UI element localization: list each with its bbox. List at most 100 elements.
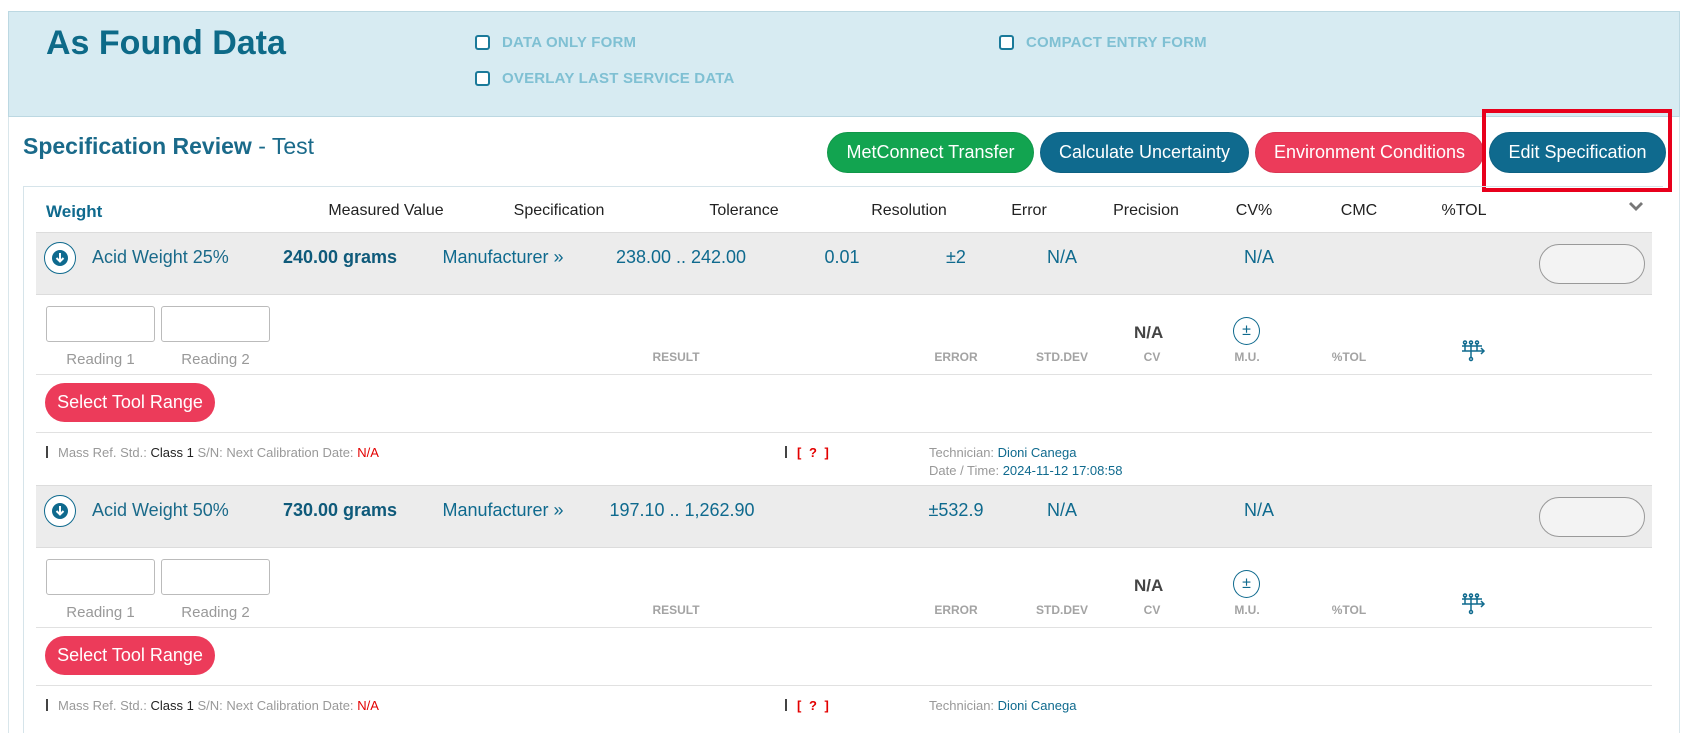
col-precision: Precision (1113, 202, 1179, 219)
next-cal-value: N/A (357, 698, 379, 713)
datetime-value: 2024-11-12 17:08:58 (1002, 463, 1123, 478)
sn-label: S/N: Next Calibration Date: (197, 445, 354, 460)
next-cal-value: N/A (357, 445, 379, 460)
plus-minus-icon[interactable]: ± (1233, 570, 1260, 598)
checkbox-box[interactable] (475, 35, 490, 50)
reading-1-input[interactable] (46, 559, 155, 595)
arrow-down-circle-icon[interactable] (44, 242, 76, 274)
error-label: ERROR (934, 350, 978, 364)
tolerance-value: 238.00 .. 242.00 (615, 247, 747, 267)
data-only-form-label: DATA ONLY FORM (502, 34, 637, 51)
header-band: As Found Data DATA ONLY FORM OVERLAY LAS… (8, 11, 1680, 117)
data-only-form-checkbox[interactable]: DATA ONLY FORM (475, 34, 636, 51)
col-error: Error (1011, 202, 1047, 219)
technician-value: Dioni Canega (997, 445, 1077, 460)
status-info: [ ? ] (785, 445, 831, 460)
overlay-last-service-checkbox[interactable]: OVERLAY LAST SERVICE DATA (475, 70, 735, 87)
separator-bar (785, 446, 787, 458)
plus-minus-icon[interactable]: ± (1233, 317, 1260, 345)
stddev-label: STD.DEV (1035, 350, 1088, 364)
tol-label: %TOL (1331, 603, 1367, 617)
cv-value: N/A (1134, 576, 1164, 595)
status-value: [ ? ] (797, 698, 831, 713)
compact-entry-form-label: COMPACT ENTRY FORM (1026, 34, 1207, 51)
arrow-down-circle-icon[interactable] (44, 495, 76, 527)
error-value: ±2 (946, 247, 966, 267)
measured-value: 730.00 grams (282, 500, 398, 520)
result-label: RESULT (652, 350, 700, 364)
mass-ref-value: Class 1 (150, 698, 194, 713)
table-row: Acid Weight 25% 240.00 grams Manufacture… (36, 232, 1652, 295)
checkbox-box[interactable] (475, 71, 490, 86)
col-resolution: Resolution (871, 202, 947, 219)
weights-table: Weight Measured Value Specification Tole… (23, 186, 1663, 733)
result-pill[interactable] (1539, 497, 1645, 537)
col-specification: Specification (513, 202, 605, 219)
compact-entry-form-checkbox[interactable]: COMPACT ENTRY FORM (999, 34, 1207, 51)
spec-title-rest: - Test (251, 133, 315, 159)
technician-label: Technician: (929, 698, 995, 713)
cv-value: N/A (1134, 323, 1164, 342)
technician-info: Technician: Dioni Canega (929, 698, 1076, 713)
tool-range-row: Select Tool Range (36, 628, 1652, 686)
mass-ref-info: Mass Ref. Std.: Class 1 S/N: Next Calibr… (46, 698, 379, 713)
precision-value: N/A (1046, 500, 1077, 520)
datetime-info: Date / Time: 2024-11-12 17:08:58 (929, 463, 1122, 478)
separator-bar (785, 699, 787, 711)
mu-label: M.U. (1234, 603, 1260, 617)
cmc-value: N/A (1243, 247, 1274, 267)
metconnect-transfer-button[interactable]: MetConnect Transfer (827, 132, 1034, 173)
mass-ref-value: Class 1 (150, 445, 194, 460)
mass-ref-info: Mass Ref. Std.: Class 1 S/N: Next Calibr… (46, 445, 379, 460)
page-title: As Found Data (46, 24, 286, 62)
technician-info: Technician: Dioni Canega (929, 445, 1076, 460)
flow-tree-icon[interactable] (1460, 593, 1488, 615)
status-value: [ ? ] (797, 445, 831, 460)
reading-1-input[interactable] (46, 306, 155, 342)
technician-value: Dioni Canega (997, 698, 1077, 713)
checkbox-box[interactable] (999, 35, 1014, 50)
reading-2-label: Reading 2 (181, 604, 250, 621)
tolerance-value: 197.10 .. 1,262.90 (609, 500, 755, 520)
select-tool-range-button[interactable]: Select Tool Range (45, 636, 215, 675)
measured-value: 240.00 grams (282, 247, 398, 267)
select-tool-range-button[interactable]: Select Tool Range (45, 383, 215, 422)
specification-link[interactable]: Manufacturer » (438, 500, 568, 521)
calibration-info-row: Mass Ref. Std.: Class 1 S/N: Next Calibr… (36, 686, 1652, 733)
calibration-info-row: Mass Ref. Std.: Class 1 S/N: Next Calibr… (36, 433, 1652, 489)
col-measured-value: Measured Value (328, 202, 444, 219)
error-label: ERROR (934, 603, 978, 617)
highlight-box (1482, 109, 1672, 192)
specification-link[interactable]: Manufacturer » (438, 247, 568, 268)
reading-2-input[interactable] (161, 306, 270, 342)
reading-1-label: Reading 1 (66, 351, 135, 368)
error-value: ±532.9 (928, 500, 984, 520)
weight-name: Acid Weight 25% (92, 247, 229, 267)
tool-range-row: Select Tool Range (36, 375, 1652, 433)
tol-label: %TOL (1331, 350, 1367, 364)
stddev-label: STD.DEV (1035, 603, 1088, 617)
col-cv: CV% (1235, 202, 1273, 219)
reading-2-label: Reading 2 (181, 351, 250, 368)
reading-1-label: Reading 1 (66, 604, 135, 621)
flow-tree-icon[interactable] (1460, 340, 1488, 362)
environment-conditions-button[interactable]: Environment Conditions (1255, 132, 1484, 173)
table-header: Weight Measured Value Specification Tole… (24, 187, 1664, 232)
sn-label: S/N: Next Calibration Date: (197, 698, 354, 713)
cmc-value: N/A (1243, 500, 1274, 520)
reading-2-input[interactable] (161, 559, 270, 595)
cv-label: CV (1143, 603, 1161, 617)
reading-entry-row: Reading 1 Reading 2 RESULT ERROR STD.DEV… (36, 295, 1652, 375)
resolution-value: 0.01 (824, 247, 860, 267)
datetime-label: Date / Time: (929, 463, 1000, 478)
cv-label: CV (1143, 350, 1161, 364)
specification-review-card: Specification Review - Test MetConnect T… (8, 109, 1680, 733)
result-pill[interactable] (1539, 244, 1645, 284)
specification-review-title: Specification Review - Test (23, 133, 314, 160)
chevron-down-icon[interactable] (1628, 200, 1644, 216)
page: As Found Data DATA ONLY FORM OVERLAY LAS… (0, 0, 1688, 733)
mass-ref-label: Mass Ref. Std.: (58, 445, 147, 460)
weight-name: Acid Weight 50% (92, 500, 229, 520)
separator-bar (46, 446, 48, 458)
calculate-uncertainty-button[interactable]: Calculate Uncertainty (1040, 132, 1249, 173)
